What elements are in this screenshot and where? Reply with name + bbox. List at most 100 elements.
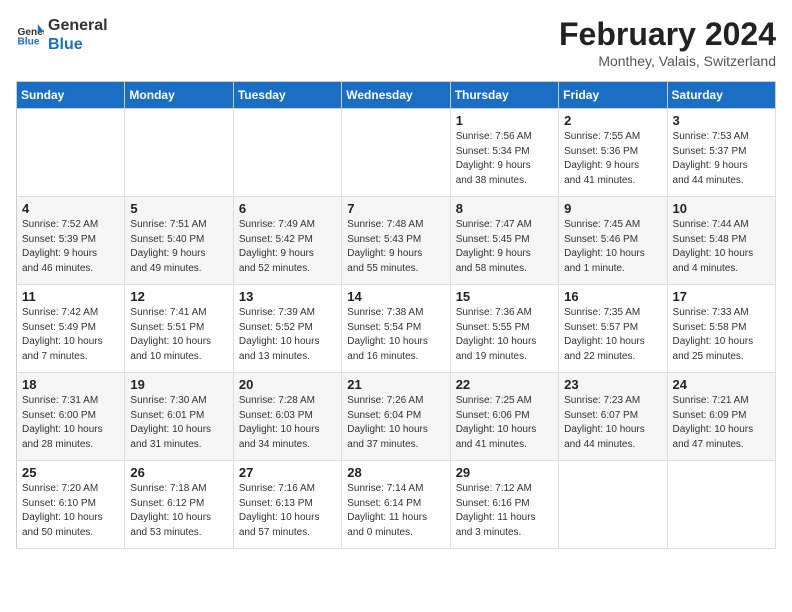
- calendar-cell: 15 Sunrise: 7:36 AM Sunset: 5:55 PM Dayli…: [450, 285, 558, 373]
- header-cell-friday: Friday: [559, 82, 667, 109]
- calendar-cell: [667, 461, 775, 549]
- day-number: 7: [347, 201, 444, 216]
- calendar-cell: 28 Sunrise: 7:14 AM Sunset: 6:14 PM Dayli…: [342, 461, 450, 549]
- day-info: Sunrise: 7:16 AM Sunset: 6:13 PM Dayligh…: [239, 482, 336, 540]
- day-info: Sunrise: 7:48 AM Sunset: 5:43 PM Dayligh…: [347, 218, 444, 276]
- calendar-cell: 19 Sunrise: 7:30 AM Sunset: 6:01 PM Dayli…: [125, 373, 233, 461]
- calendar-cell: 29 Sunrise: 7:12 AM Sunset: 6:16 PM Dayli…: [450, 461, 558, 549]
- day-number: 21: [347, 377, 444, 392]
- calendar-cell: 1 Sunrise: 7:56 AM Sunset: 5:34 PM Daylig…: [450, 109, 558, 197]
- day-info: Sunrise: 7:38 AM Sunset: 5:54 PM Dayligh…: [347, 306, 444, 364]
- day-info: Sunrise: 7:33 AM Sunset: 5:58 PM Dayligh…: [673, 306, 770, 364]
- day-number: 2: [564, 113, 661, 128]
- day-number: 8: [456, 201, 553, 216]
- day-number: 16: [564, 289, 661, 304]
- day-info: Sunrise: 7:39 AM Sunset: 5:52 PM Dayligh…: [239, 306, 336, 364]
- logo: General Blue General Blue: [16, 16, 108, 54]
- day-number: 19: [130, 377, 227, 392]
- calendar-week-3: 18 Sunrise: 7:31 AM Sunset: 6:00 PM Dayli…: [17, 373, 776, 461]
- day-number: 1: [456, 113, 553, 128]
- logo-blue: Blue: [48, 35, 108, 54]
- calendar-cell: 20Sunrise: 7:28 AM Sunset: 6:03 PM Dayli…: [233, 373, 341, 461]
- day-info: Sunrise: 7:41 AM Sunset: 5:51 PM Dayligh…: [130, 306, 227, 364]
- day-number: 15: [456, 289, 553, 304]
- day-info: Sunrise: 7:18 AM Sunset: 6:12 PM Dayligh…: [130, 482, 227, 540]
- day-info: Sunrise: 7:55 AM Sunset: 5:36 PM Dayligh…: [564, 130, 661, 188]
- day-info: Sunrise: 7:21 AM Sunset: 6:09 PM Dayligh…: [673, 394, 770, 452]
- calendar-cell: [17, 109, 125, 197]
- day-info: Sunrise: 7:36 AM Sunset: 5:55 PM Dayligh…: [456, 306, 553, 364]
- day-info: Sunrise: 7:49 AM Sunset: 5:42 PM Dayligh…: [239, 218, 336, 276]
- day-info: Sunrise: 7:42 AM Sunset: 5:49 PM Dayligh…: [22, 306, 119, 364]
- calendar-cell: 3 Sunrise: 7:53 AM Sunset: 5:37 PM Daylig…: [667, 109, 775, 197]
- day-info: Sunrise: 7:14 AM Sunset: 6:14 PM Dayligh…: [347, 482, 444, 540]
- day-number: 26: [130, 465, 227, 480]
- calendar-cell: 18 Sunrise: 7:31 AM Sunset: 6:00 PM Dayli…: [17, 373, 125, 461]
- calendar-cell: 4Sunrise: 7:52 AM Sunset: 5:39 PM Daylig…: [17, 197, 125, 285]
- calendar-cell: 9 Sunrise: 7:45 AM Sunset: 5:46 PM Daylig…: [559, 197, 667, 285]
- header: General Blue General Blue February 2024 …: [16, 16, 776, 69]
- calendar-week-1: 4Sunrise: 7:52 AM Sunset: 5:39 PM Daylig…: [17, 197, 776, 285]
- calendar-header-row: SundayMondayTuesdayWednesdayThursdayFrid…: [17, 82, 776, 109]
- subtitle: Monthey, Valais, Switzerland: [559, 53, 776, 69]
- day-number: 24: [673, 377, 770, 392]
- day-number: 9: [564, 201, 661, 216]
- day-info: Sunrise: 7:31 AM Sunset: 6:00 PM Dayligh…: [22, 394, 119, 452]
- calendar-cell: [233, 109, 341, 197]
- header-cell-thursday: Thursday: [450, 82, 558, 109]
- day-info: Sunrise: 7:52 AM Sunset: 5:39 PM Dayligh…: [22, 218, 119, 276]
- calendar-week-0: 1 Sunrise: 7:56 AM Sunset: 5:34 PM Daylig…: [17, 109, 776, 197]
- calendar-cell: 13 Sunrise: 7:39 AM Sunset: 5:52 PM Dayli…: [233, 285, 341, 373]
- calendar-cell: 7 Sunrise: 7:48 AM Sunset: 5:43 PM Daylig…: [342, 197, 450, 285]
- header-cell-wednesday: Wednesday: [342, 82, 450, 109]
- calendar-cell: 27Sunrise: 7:16 AM Sunset: 6:13 PM Dayli…: [233, 461, 341, 549]
- day-info: Sunrise: 7:23 AM Sunset: 6:07 PM Dayligh…: [564, 394, 661, 452]
- day-number: 13: [239, 289, 336, 304]
- svg-text:Blue: Blue: [18, 37, 40, 48]
- calendar-cell: 8Sunrise: 7:47 AM Sunset: 5:45 PM Daylig…: [450, 197, 558, 285]
- day-info: Sunrise: 7:56 AM Sunset: 5:34 PM Dayligh…: [456, 130, 553, 188]
- day-info: Sunrise: 7:51 AM Sunset: 5:40 PM Dayligh…: [130, 218, 227, 276]
- header-cell-sunday: Sunday: [17, 82, 125, 109]
- calendar-cell: 14 Sunrise: 7:38 AM Sunset: 5:54 PM Dayli…: [342, 285, 450, 373]
- day-number: 3: [673, 113, 770, 128]
- day-number: 23: [564, 377, 661, 392]
- calendar-table: SundayMondayTuesdayWednesdayThursdayFrid…: [16, 81, 776, 549]
- calendar-cell: 11Sunrise: 7:42 AM Sunset: 5:49 PM Dayli…: [17, 285, 125, 373]
- day-info: Sunrise: 7:26 AM Sunset: 6:04 PM Dayligh…: [347, 394, 444, 452]
- day-number: 29: [456, 465, 553, 480]
- calendar-cell: 2 Sunrise: 7:55 AM Sunset: 5:36 PM Daylig…: [559, 109, 667, 197]
- calendar-week-4: 25Sunrise: 7:20 AM Sunset: 6:10 PM Dayli…: [17, 461, 776, 549]
- month-title: February 2024: [559, 16, 776, 53]
- calendar-cell: [559, 461, 667, 549]
- day-info: Sunrise: 7:45 AM Sunset: 5:46 PM Dayligh…: [564, 218, 661, 276]
- day-number: 18: [22, 377, 119, 392]
- title-area: February 2024 Monthey, Valais, Switzerla…: [559, 16, 776, 69]
- calendar-cell: 25Sunrise: 7:20 AM Sunset: 6:10 PM Dayli…: [17, 461, 125, 549]
- day-info: Sunrise: 7:20 AM Sunset: 6:10 PM Dayligh…: [22, 482, 119, 540]
- calendar-cell: 17 Sunrise: 7:33 AM Sunset: 5:58 PM Dayli…: [667, 285, 775, 373]
- header-cell-tuesday: Tuesday: [233, 82, 341, 109]
- day-number: 22: [456, 377, 553, 392]
- calendar-cell: 22Sunrise: 7:25 AM Sunset: 6:06 PM Dayli…: [450, 373, 558, 461]
- calendar-week-2: 11Sunrise: 7:42 AM Sunset: 5:49 PM Dayli…: [17, 285, 776, 373]
- calendar-cell: 6 Sunrise: 7:49 AM Sunset: 5:42 PM Daylig…: [233, 197, 341, 285]
- day-info: Sunrise: 7:53 AM Sunset: 5:37 PM Dayligh…: [673, 130, 770, 188]
- logo-general: General: [48, 16, 108, 35]
- day-number: 14: [347, 289, 444, 304]
- day-info: Sunrise: 7:12 AM Sunset: 6:16 PM Dayligh…: [456, 482, 553, 540]
- calendar-body: 1 Sunrise: 7:56 AM Sunset: 5:34 PM Daylig…: [17, 109, 776, 549]
- day-info: Sunrise: 7:30 AM Sunset: 6:01 PM Dayligh…: [130, 394, 227, 452]
- calendar-cell: [125, 109, 233, 197]
- calendar-cell: 10Sunrise: 7:44 AM Sunset: 5:48 PM Dayli…: [667, 197, 775, 285]
- day-number: 28: [347, 465, 444, 480]
- day-number: 17: [673, 289, 770, 304]
- calendar-cell: [342, 109, 450, 197]
- day-number: 6: [239, 201, 336, 216]
- header-cell-saturday: Saturday: [667, 82, 775, 109]
- calendar-cell: 23 Sunrise: 7:23 AM Sunset: 6:07 PM Dayli…: [559, 373, 667, 461]
- logo-icon: General Blue: [16, 21, 44, 49]
- calendar-cell: 21 Sunrise: 7:26 AM Sunset: 6:04 PM Dayli…: [342, 373, 450, 461]
- header-cell-monday: Monday: [125, 82, 233, 109]
- day-number: 5: [130, 201, 227, 216]
